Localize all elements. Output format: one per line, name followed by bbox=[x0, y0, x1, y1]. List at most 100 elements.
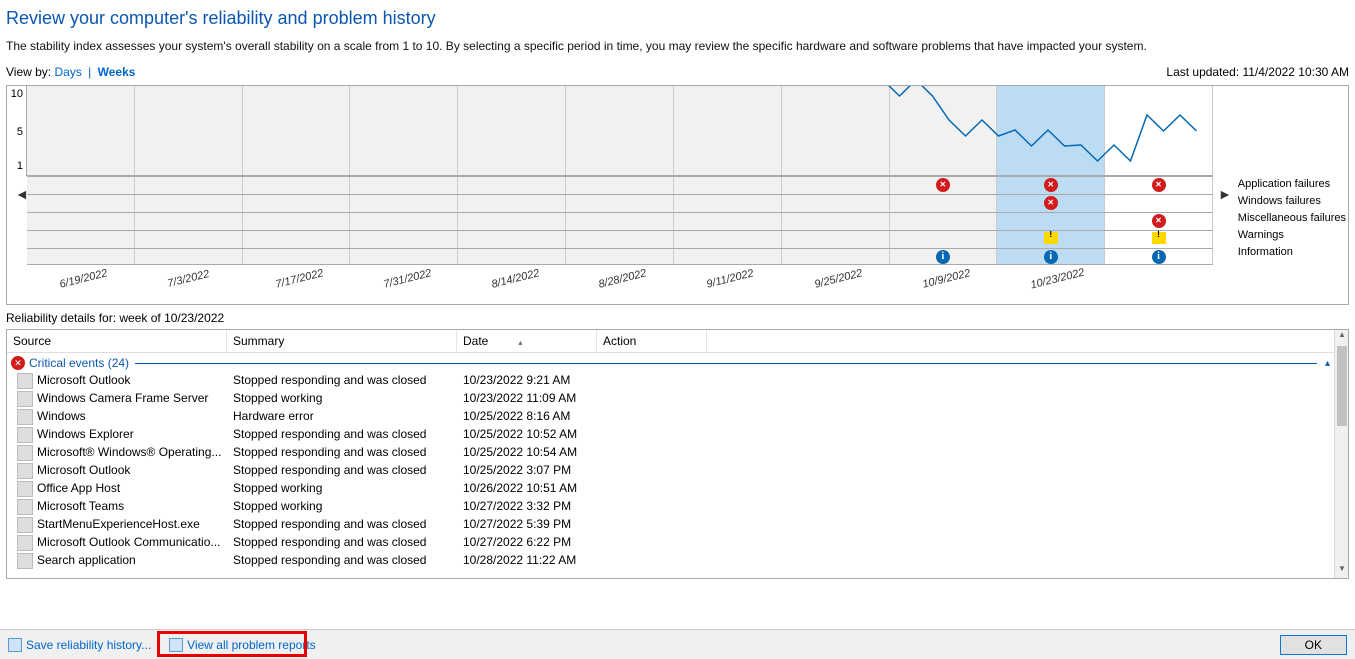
cell-summary: Stopped working bbox=[233, 391, 463, 407]
app-icon bbox=[17, 481, 33, 497]
app-icon bbox=[17, 517, 33, 533]
cell-summary: Hardware error bbox=[233, 409, 463, 425]
view-by-controls: View by: Days | Weeks bbox=[6, 65, 135, 79]
cell-summary: Stopped working bbox=[233, 481, 463, 497]
table-row[interactable]: Windows ExplorerStopped responding and w… bbox=[7, 426, 1334, 444]
cell-source: Microsoft Outlook Communicatio... bbox=[37, 535, 233, 551]
cell-summary: Stopped responding and was closed bbox=[233, 553, 463, 569]
cell-source: Search application bbox=[37, 553, 233, 569]
cell-source: Windows Camera Frame Server bbox=[37, 391, 233, 407]
collapse-icon: ▴ bbox=[1325, 358, 1330, 369]
sort-indicator-icon: ▴ bbox=[518, 338, 522, 347]
error-icon: ✕ bbox=[11, 356, 25, 370]
date-tick-label: 7/31/2022 bbox=[382, 267, 432, 290]
scrollbar-up-arrow[interactable]: ▲ bbox=[1335, 330, 1349, 344]
cell-summary: Stopped responding and was closed bbox=[233, 445, 463, 461]
group-critical-events[interactable]: ✕ Critical events (24) ▴ bbox=[7, 354, 1334, 372]
app-icon bbox=[17, 391, 33, 407]
table-header-row: Source Summary Date▴ Action bbox=[7, 330, 1348, 353]
cell-summary: Stopped responding and was closed bbox=[233, 517, 463, 533]
event-rows-grid bbox=[27, 176, 1213, 266]
cell-source: Microsoft Outlook bbox=[37, 463, 233, 479]
cell-date: 10/26/2022 10:51 AM bbox=[463, 481, 603, 497]
cell-summary: Stopped responding and was closed bbox=[233, 463, 463, 479]
table-row[interactable]: WindowsHardware error10/25/2022 8:16 AM bbox=[7, 408, 1334, 426]
date-tick-label: 6/19/2022 bbox=[59, 267, 109, 290]
y-axis: 10 5 1 bbox=[7, 86, 27, 176]
view-by-weeks-link[interactable]: Weeks bbox=[98, 65, 136, 79]
date-tick-label: 9/11/2022 bbox=[706, 267, 756, 290]
cell-source: Microsoft Teams bbox=[37, 499, 233, 515]
view-by-label: View by: bbox=[6, 65, 51, 79]
app-icon bbox=[17, 373, 33, 389]
scroll-right-arrow[interactable]: ► bbox=[1218, 186, 1228, 202]
cell-date: 10/27/2022 6:22 PM bbox=[463, 535, 603, 551]
table-row[interactable]: Microsoft OutlookStopped responding and … bbox=[7, 462, 1334, 480]
page-title: Review your computer's reliability and p… bbox=[6, 8, 1349, 29]
cell-summary: Stopped responding and was closed bbox=[233, 535, 463, 551]
save-reliability-history-link[interactable]: Save reliability history... bbox=[8, 638, 151, 652]
col-action[interactable]: Action bbox=[597, 330, 707, 352]
scroll-left-arrow[interactable]: ◄ bbox=[15, 186, 25, 202]
date-tick-label: 10/9/2022 bbox=[921, 267, 971, 290]
details-table: Source Summary Date▴ Action ✕ Critical ev… bbox=[6, 329, 1349, 579]
scrollbar-thumb[interactable] bbox=[1337, 346, 1347, 426]
date-tick-label: 8/14/2022 bbox=[490, 267, 540, 290]
cell-source: Microsoft® Windows® Operating... bbox=[37, 445, 233, 461]
table-row[interactable]: Search applicationStopped responding and… bbox=[7, 552, 1334, 570]
cell-date: 10/27/2022 5:39 PM bbox=[463, 517, 603, 533]
stability-line bbox=[883, 86, 1213, 176]
cell-source: StartMenuExperienceHost.exe bbox=[37, 517, 233, 533]
app-icon bbox=[17, 499, 33, 515]
save-icon bbox=[8, 638, 22, 652]
cell-date: 10/25/2022 10:52 AM bbox=[463, 427, 603, 443]
cell-date: 10/23/2022 9:21 AM bbox=[463, 373, 603, 389]
view-by-separator: | bbox=[88, 65, 91, 79]
table-row[interactable]: Microsoft TeamsStopped working10/27/2022… bbox=[7, 498, 1334, 516]
table-row[interactable]: Windows Camera Frame ServerStopped worki… bbox=[7, 390, 1334, 408]
date-tick-label: 9/25/2022 bbox=[813, 267, 863, 290]
app-icon bbox=[17, 427, 33, 443]
cell-date: 10/23/2022 11:09 AM bbox=[463, 391, 603, 407]
reliability-graph: 10 5 1 ◄ Application failures Windows fa… bbox=[6, 85, 1349, 305]
group-label: Critical events (24) bbox=[29, 356, 129, 370]
app-icon bbox=[17, 409, 33, 425]
last-updated: Last updated: 11/4/2022 10:30 AM bbox=[1166, 65, 1349, 79]
table-row[interactable]: StartMenuExperienceHost.exeStopped respo… bbox=[7, 516, 1334, 534]
cell-date: 10/25/2022 10:54 AM bbox=[463, 445, 603, 461]
date-tick-label: 7/3/2022 bbox=[166, 268, 210, 290]
cell-date: 10/28/2022 11:22 AM bbox=[463, 553, 603, 569]
cell-summary: Stopped working bbox=[233, 499, 463, 515]
app-icon bbox=[17, 463, 33, 479]
cell-date: 10/27/2022 3:32 PM bbox=[463, 499, 603, 515]
footer-bar: Save reliability history... View all pro… bbox=[0, 629, 1355, 659]
cell-summary: Stopped responding and was closed bbox=[233, 373, 463, 389]
table-row[interactable]: Microsoft® Windows® Operating...Stopped … bbox=[7, 444, 1334, 462]
table-row[interactable]: Microsoft OutlookStopped responding and … bbox=[7, 372, 1334, 390]
col-date[interactable]: Date▴ bbox=[457, 330, 597, 352]
cell-summary: Stopped responding and was closed bbox=[233, 427, 463, 443]
details-header: Reliability details for: week of 10/23/2… bbox=[0, 305, 1355, 329]
cell-source: Microsoft Outlook bbox=[37, 373, 233, 389]
table-row[interactable]: Microsoft Outlook Communicatio...Stopped… bbox=[7, 534, 1334, 552]
col-summary[interactable]: Summary bbox=[227, 330, 457, 352]
report-icon bbox=[169, 638, 183, 652]
date-axis: 6/19/20227/3/20227/17/20227/31/20228/14/… bbox=[27, 264, 1213, 304]
ok-button[interactable]: OK bbox=[1280, 635, 1347, 655]
date-tick-label: 10/23/2022 bbox=[1029, 267, 1085, 292]
cell-date: 10/25/2022 3:07 PM bbox=[463, 463, 603, 479]
stability-chart-area bbox=[27, 86, 1213, 176]
cell-source: Windows bbox=[37, 409, 233, 425]
app-icon bbox=[17, 445, 33, 461]
event-row-labels: Application failures Windows failures Mi… bbox=[1238, 176, 1346, 261]
cell-date: 10/25/2022 8:16 AM bbox=[463, 409, 603, 425]
table-row[interactable]: Office App HostStopped working10/26/2022… bbox=[7, 480, 1334, 498]
col-source[interactable]: Source bbox=[7, 330, 227, 352]
app-icon bbox=[17, 535, 33, 551]
view-by-days-link[interactable]: Days bbox=[54, 65, 81, 79]
scrollbar-down-arrow[interactable]: ▼ bbox=[1335, 564, 1349, 578]
vertical-scrollbar[interactable]: ▲ ▼ bbox=[1334, 330, 1348, 578]
page-description: The stability index assesses your system… bbox=[6, 39, 1349, 53]
cell-source: Windows Explorer bbox=[37, 427, 233, 443]
view-all-problem-reports-link[interactable]: View all problem reports bbox=[169, 638, 316, 652]
